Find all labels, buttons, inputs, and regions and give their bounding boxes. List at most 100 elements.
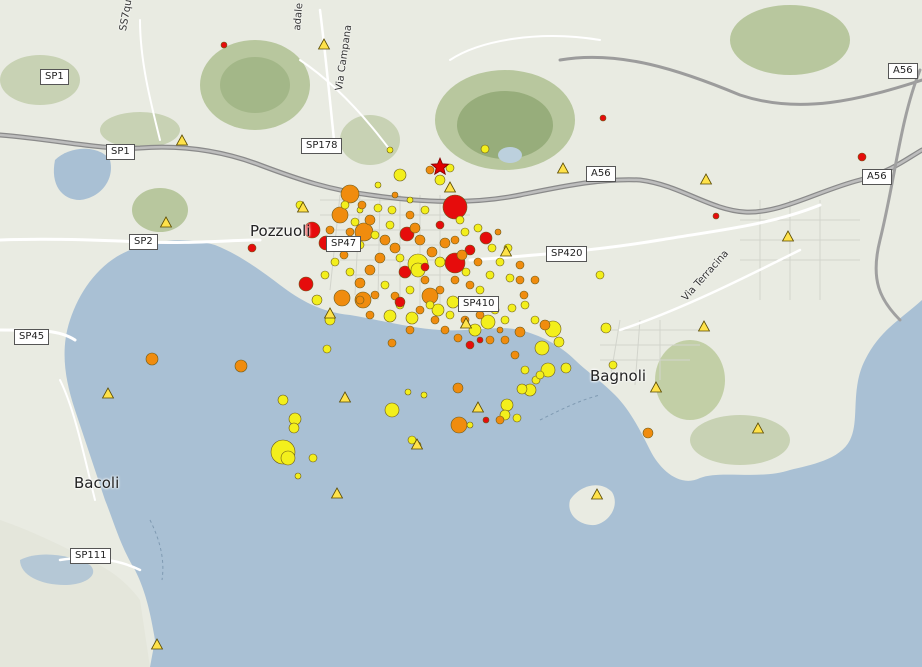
earthquake-marker[interactable] <box>385 220 395 230</box>
earthquake-marker[interactable] <box>379 234 391 246</box>
station-triangle-icon[interactable] <box>699 173 713 185</box>
earthquake-marker[interactable] <box>439 237 451 249</box>
earthquake-marker[interactable] <box>500 335 510 345</box>
earthquake-marker[interactable] <box>479 231 493 245</box>
earthquake-marker[interactable] <box>405 210 415 220</box>
earthquake-marker[interactable] <box>339 250 349 260</box>
earthquake-marker[interactable] <box>425 165 435 175</box>
earthquake-marker[interactable] <box>600 322 612 334</box>
station-triangle-icon[interactable] <box>175 134 189 146</box>
station-triangle-icon[interactable] <box>159 216 173 228</box>
earthquake-marker[interactable] <box>495 257 505 267</box>
earthquake-marker[interactable] <box>465 280 475 290</box>
earthquake-marker[interactable] <box>364 214 376 226</box>
earthquake-marker[interactable] <box>485 335 495 345</box>
earthquake-marker[interactable] <box>430 315 440 325</box>
earthquake-marker[interactable] <box>461 267 471 277</box>
earthquake-marker[interactable] <box>370 230 380 240</box>
earthquake-marker[interactable] <box>560 362 572 374</box>
earthquake-marker[interactable] <box>374 252 386 264</box>
earthquake-marker[interactable] <box>452 382 464 394</box>
earthquake-marker[interactable] <box>514 326 526 338</box>
earthquake-marker[interactable] <box>280 450 296 466</box>
earthquake-marker[interactable] <box>320 270 330 280</box>
earthquake-marker[interactable] <box>494 228 502 236</box>
earthquake-marker[interactable] <box>476 336 484 344</box>
station-triangle-icon[interactable] <box>471 401 485 413</box>
station-triangle-icon[interactable] <box>590 488 604 500</box>
earthquake-marker[interactable] <box>405 311 419 325</box>
earthquake-marker[interactable] <box>460 227 470 237</box>
earthquake-marker[interactable] <box>480 144 490 154</box>
earthquake-marker[interactable] <box>405 285 415 295</box>
station-triangle-icon[interactable] <box>317 38 331 50</box>
earthquake-marker[interactable] <box>515 260 525 270</box>
earthquake-marker[interactable] <box>434 256 446 268</box>
earthquake-marker[interactable] <box>331 206 349 224</box>
earthquake-marker[interactable] <box>539 319 551 331</box>
earthquake-marker[interactable] <box>450 275 460 285</box>
earthquake-marker[interactable] <box>505 273 515 283</box>
earthquake-marker[interactable] <box>386 146 394 154</box>
earthquake-marker[interactable] <box>325 225 335 235</box>
earthquake-marker[interactable] <box>354 277 366 289</box>
earthquake-marker[interactable] <box>330 257 340 267</box>
station-triangle-icon[interactable] <box>556 162 570 174</box>
earthquake-marker[interactable] <box>553 336 565 348</box>
earthquake-marker[interactable] <box>475 310 485 320</box>
earthquake-marker[interactable] <box>595 270 605 280</box>
earthquake-marker[interactable] <box>340 200 350 210</box>
earthquake-marker[interactable] <box>387 205 397 215</box>
earthquake-marker[interactable] <box>599 114 607 122</box>
earthquake-marker[interactable] <box>642 427 654 439</box>
earthquake-marker[interactable] <box>857 152 867 162</box>
earthquake-marker[interactable] <box>420 391 428 399</box>
earthquake-marker[interactable] <box>455 215 465 225</box>
earthquake-marker[interactable] <box>345 267 355 277</box>
earthquake-marker[interactable] <box>384 402 400 418</box>
earthquake-marker[interactable] <box>453 333 463 343</box>
earthquake-marker[interactable] <box>340 184 360 204</box>
main-event-star-icon[interactable] <box>430 156 450 176</box>
earthquake-marker[interactable] <box>405 325 415 335</box>
earthquake-marker[interactable] <box>466 421 474 429</box>
earthquake-marker[interactable] <box>495 415 505 425</box>
earthquake-marker[interactable] <box>364 264 376 276</box>
place-label-pozzuoli[interactable]: Pozzuoli <box>250 222 310 240</box>
earthquake-marker[interactable] <box>370 290 380 300</box>
station-triangle-icon[interactable] <box>101 387 115 399</box>
earthquake-marker[interactable] <box>355 295 365 305</box>
earthquake-marker[interactable] <box>393 168 407 182</box>
place-label-bacoli[interactable]: Bacoli <box>74 474 119 492</box>
earthquake-marker[interactable] <box>409 222 421 234</box>
earthquake-marker[interactable] <box>394 296 406 308</box>
earthquake-marker[interactable] <box>450 416 468 434</box>
earthquake-marker[interactable] <box>414 234 426 246</box>
earthquake-marker[interactable] <box>365 310 375 320</box>
station-triangle-icon[interactable] <box>781 230 795 242</box>
earthquake-marker[interactable] <box>535 370 545 380</box>
station-triangle-icon[interactable] <box>150 638 164 650</box>
earthquake-marker[interactable] <box>530 275 540 285</box>
earthquake-marker[interactable] <box>391 191 399 199</box>
earthquake-marker[interactable] <box>387 338 397 348</box>
earthquake-marker[interactable] <box>515 275 525 285</box>
earthquake-marker[interactable] <box>298 276 314 292</box>
earthquake-marker[interactable] <box>465 340 475 350</box>
earthquake-marker[interactable] <box>510 350 520 360</box>
station-triangle-icon[interactable] <box>323 307 337 319</box>
earthquake-marker[interactable] <box>308 453 318 463</box>
earthquake-marker[interactable] <box>322 344 332 354</box>
earthquake-marker[interactable] <box>415 305 425 315</box>
earthquake-marker[interactable] <box>434 174 446 186</box>
earthquake-marker[interactable] <box>357 200 367 210</box>
earthquake-marker[interactable] <box>288 422 300 434</box>
earthquake-marker[interactable] <box>374 181 382 189</box>
station-triangle-icon[interactable] <box>443 181 457 193</box>
map-viewport[interactable]: SP1 SP1 SP2 SP45 SP178 SP47 SP420 SP410 … <box>0 0 922 667</box>
earthquake-marker[interactable] <box>442 194 468 220</box>
earthquake-marker[interactable] <box>294 472 302 480</box>
earthquake-marker[interactable] <box>277 394 289 406</box>
earthquake-marker[interactable] <box>473 223 483 233</box>
earthquake-marker[interactable] <box>234 359 248 373</box>
